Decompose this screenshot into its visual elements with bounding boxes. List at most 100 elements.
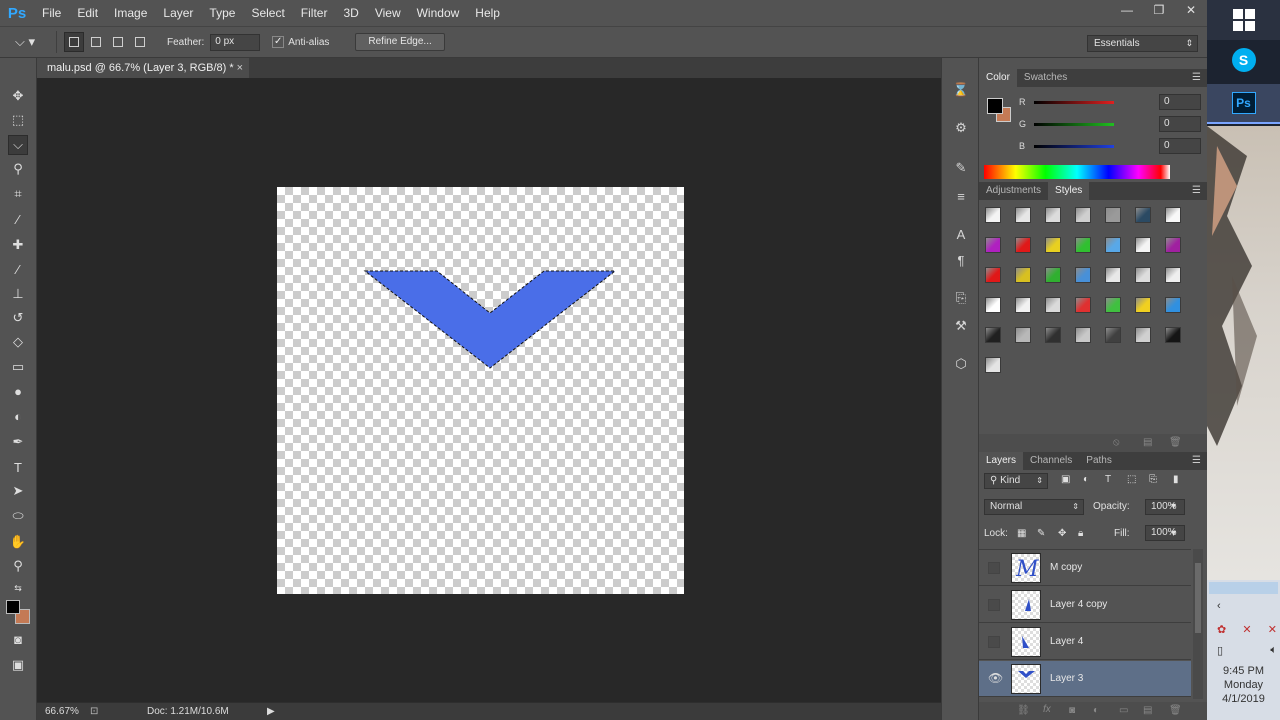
subtract-from-selection-button[interactable] — [108, 32, 128, 52]
windows-start-icon[interactable] — [1207, 0, 1280, 40]
filter-adjustment-icon[interactable]: ◐ — [1083, 474, 1089, 485]
slider-r-value[interactable]: 0 — [1159, 94, 1201, 110]
history-panel-icon[interactable]: ⌛ — [951, 80, 971, 100]
style-swatch[interactable] — [1105, 237, 1121, 253]
menu-image[interactable]: Image — [106, 0, 155, 26]
pen-tool-icon[interactable]: ✒ — [8, 432, 28, 452]
taskbar-clock[interactable]: 9:45 PM Monday 4/1/2019 — [1207, 664, 1280, 706]
menu-edit[interactable]: Edit — [69, 0, 106, 26]
lasso-tool-icon[interactable]: ⌵ — [8, 135, 28, 155]
layer-row-m-copy[interactable]: M M copy — [979, 550, 1191, 586]
style-swatch[interactable] — [1015, 237, 1031, 253]
marquee-tool-icon[interactable]: ⬚ — [8, 110, 28, 130]
delete-layer-icon[interactable]: 🗑 — [1169, 705, 1182, 716]
visibility-toggle[interactable] — [988, 636, 1000, 648]
panel-menu-icon[interactable]: ☰ — [1192, 452, 1201, 470]
crop-tool-icon[interactable]: ⌗ — [8, 184, 28, 204]
filter-type-icon[interactable]: T — [1105, 474, 1111, 485]
style-swatch[interactable] — [1075, 207, 1091, 223]
style-swatch[interactable] — [1105, 327, 1121, 343]
eraser-tool-icon[interactable]: ◇ — [8, 332, 28, 352]
layers-scrollbar[interactable] — [1193, 549, 1203, 699]
quick-selection-tool-icon[interactable]: ⚲ — [8, 159, 28, 179]
style-swatch[interactable] — [1165, 237, 1181, 253]
filter-toggle-icon[interactable]: ▮ — [1173, 474, 1179, 485]
filter-smart-object-icon[interactable]: ⎘ — [1149, 474, 1157, 485]
eye-icon[interactable]: 👁︎ — [988, 672, 1003, 685]
scrollbar-thumb[interactable] — [1195, 563, 1201, 633]
style-swatch[interactable] — [1045, 327, 1061, 343]
visibility-toggle[interactable] — [988, 562, 1000, 574]
healing-brush-tool-icon[interactable]: ✚ — [8, 235, 28, 255]
brush-presets-panel-icon[interactable]: ≡ — [951, 186, 971, 206]
tab-paths[interactable]: Paths — [1079, 452, 1119, 470]
layer-name[interactable]: M copy — [1050, 562, 1082, 573]
eyedropper-tool-icon[interactable]: ⁄ — [8, 209, 28, 229]
style-swatch[interactable] — [1135, 207, 1151, 223]
move-tool-icon[interactable]: ✥ — [8, 86, 28, 106]
slider-b-track[interactable] — [1034, 145, 1114, 148]
lock-all-icon[interactable]: 🔒︎ — [1078, 528, 1083, 539]
polygonal-lasso-preset-icon[interactable]: ⌵ ▾ — [0, 26, 50, 58]
lock-transparent-icon[interactable]: ▦ — [1017, 528, 1026, 539]
menu-view[interactable]: View — [367, 0, 409, 26]
slider-g-value[interactable]: 0 — [1159, 116, 1201, 132]
style-swatch[interactable] — [1045, 237, 1061, 253]
clear-style-icon[interactable]: ⦸ — [1113, 437, 1120, 448]
document-info-icon[interactable]: ⊡ — [90, 706, 98, 717]
tab-color[interactable]: Color — [979, 69, 1017, 87]
path-selection-tool-icon[interactable]: ➤ — [8, 481, 28, 501]
layer-name[interactable]: Layer 3 — [1050, 673, 1083, 684]
battery-icon[interactable]: ▯ — [1217, 644, 1223, 657]
lock-position-icon[interactable]: ✥ — [1058, 528, 1066, 539]
style-swatch[interactable] — [1045, 267, 1061, 283]
minimize-button[interactable]: — — [1111, 0, 1143, 20]
network-icon[interactable]: ✕ — [1242, 623, 1251, 636]
style-swatch[interactable] — [1075, 297, 1091, 313]
slider-b-value[interactable]: 0 — [1159, 138, 1201, 154]
tray-expand-icon[interactable]: ‹ — [1217, 600, 1277, 612]
chevron-down-icon[interactable]: ▾ — [1171, 528, 1176, 539]
clone-source-panel-icon[interactable]: ⎘ — [951, 288, 971, 308]
document-canvas[interactable] — [277, 187, 684, 594]
panel-menu-icon[interactable]: ☰ — [1192, 182, 1201, 200]
blend-mode-select[interactable]: Normal ⇕ — [984, 499, 1084, 515]
zoom-level[interactable]: 66.67% — [45, 706, 79, 717]
style-swatch[interactable] — [1135, 297, 1151, 313]
slider-g[interactable]: G 0 — [1019, 116, 1201, 132]
style-swatch[interactable] — [1075, 327, 1091, 343]
filter-shape-icon[interactable]: ⬚ — [1127, 474, 1136, 485]
layer-name[interactable]: Layer 4 copy — [1050, 599, 1107, 610]
style-swatch[interactable] — [1165, 327, 1181, 343]
restore-button[interactable]: ❐ — [1143, 0, 1175, 20]
style-swatch[interactable] — [1015, 267, 1031, 283]
properties-panel-icon[interactable]: ⚙ — [951, 118, 971, 138]
filter-pixel-icon[interactable]: ▣ — [1061, 474, 1070, 485]
dodge-tool-icon[interactable]: ◐ — [8, 406, 28, 426]
layer-row-layer-4-copy[interactable]: Layer 4 copy — [979, 587, 1191, 623]
menu-select[interactable]: Select — [243, 0, 292, 26]
slider-b[interactable]: B 0 — [1019, 138, 1201, 154]
menu-type[interactable]: Type — [201, 0, 243, 26]
style-swatch[interactable] — [985, 357, 1001, 373]
character-panel-icon[interactable]: A — [951, 224, 971, 244]
layer-row-layer-4[interactable]: Layer 4 — [979, 624, 1191, 660]
style-swatch[interactable] — [1045, 207, 1061, 223]
paragraph-panel-icon[interactable]: ¶ — [951, 250, 971, 270]
slider-r[interactable]: R 0 — [1019, 94, 1201, 110]
tool-presets-panel-icon[interactable]: ⚒ — [951, 316, 971, 336]
style-swatch[interactable] — [1165, 297, 1181, 313]
antialias-checkbox[interactable]: ✓ — [272, 36, 285, 48]
document-tab[interactable]: malu.psd @ 66.7% (Layer 3, RGB/8) * × — [37, 58, 249, 78]
color-foreground-swatch[interactable] — [987, 98, 1003, 114]
status-menu-arrow-icon[interactable]: ▶ — [267, 706, 275, 717]
close-tab-icon[interactable]: × — [237, 58, 243, 78]
refine-edge-button[interactable]: Refine Edge... — [355, 33, 445, 51]
style-swatch[interactable] — [1075, 237, 1091, 253]
shape-tool-icon[interactable]: ⬭ — [8, 506, 28, 526]
new-selection-button[interactable] — [64, 32, 84, 52]
slider-g-track[interactable] — [1034, 123, 1114, 126]
opacity-input[interactable]: 100% — [1145, 499, 1185, 515]
style-swatch[interactable] — [1165, 207, 1181, 223]
intersect-selection-button[interactable] — [130, 32, 150, 52]
